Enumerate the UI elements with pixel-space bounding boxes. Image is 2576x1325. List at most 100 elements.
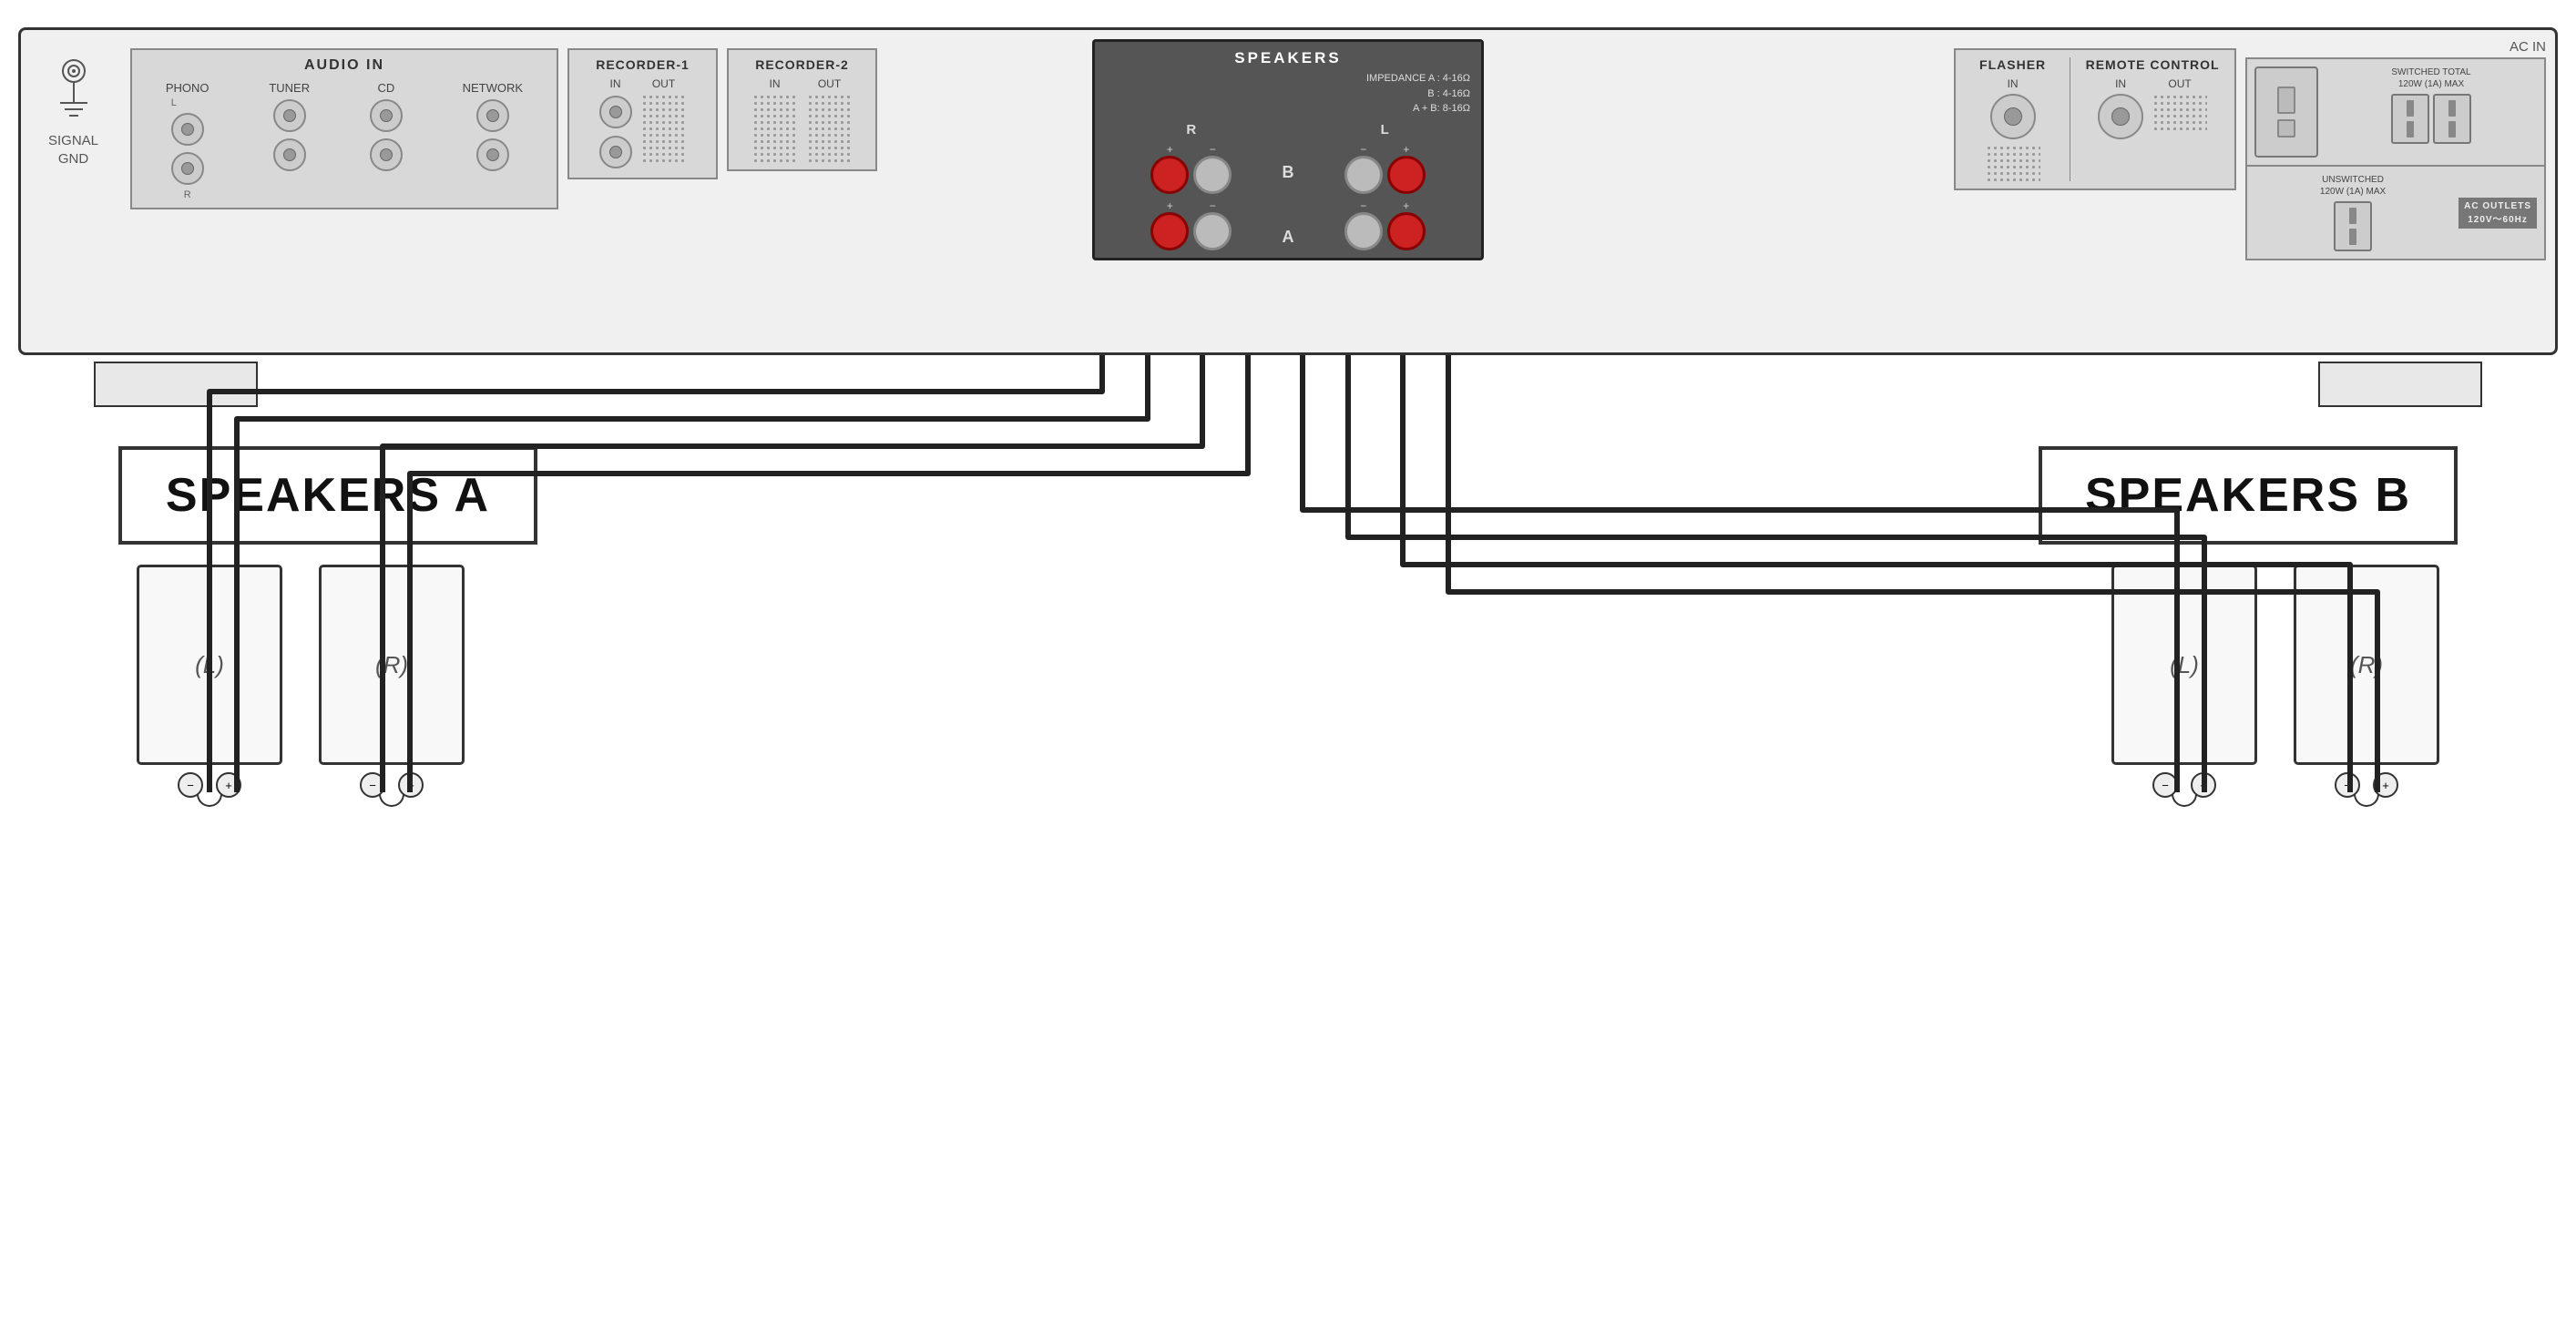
unswitched-section: UNSWITCHED120W (1A) MAX AC OUTLETS120V～6… [2245,167,2546,260]
recorder2-in: IN [752,77,798,162]
wire-a-right-pos [410,355,1248,792]
speaker-a-left-box: (L) [137,565,282,765]
switched-outlets [2326,94,2537,144]
recorder1-in-label: IN [610,77,621,90]
remote-io: IN OUT [2078,77,2227,139]
remote-in-connector [2098,94,2143,139]
wire-b-left-pos [1348,355,2204,792]
cd-label: CD [377,81,394,95]
speaker-b-left-wire-arc [2172,794,2197,807]
phono-input: PHONO L R [166,81,210,200]
signal-gnd-icon [51,57,97,130]
signal-gnd-section: SIGNAL GND [48,57,98,168]
b-l-terminals: − + [1300,143,1471,194]
b-l-minus: − [1344,143,1383,194]
main-diagram: SIGNAL GND AUDIO IN PHONO L R [0,0,2576,1325]
b-r-plus: + [1150,143,1189,194]
recorder1-title: RECORDER-1 [577,57,709,72]
terminal-a-r-pos [1150,212,1189,250]
speaker-r-side: R + − + [1106,122,1277,250]
speaker-a-left-wire-arc [197,794,222,807]
speaker-a-right-wire-arc [379,794,404,807]
tuner-label: TUNER [269,81,310,95]
speaker-b-right-wire-arc [2354,794,2379,807]
iec-connector [2254,66,2318,158]
ac-outlets-label: AC OUTLETS120V～60Hz [2458,198,2537,229]
recorder2-out: OUT [807,77,853,162]
recorder2-io: IN OUT [736,77,868,162]
flasher-in-connector [1990,94,2036,139]
recorder2-in-label: IN [770,77,781,90]
a-l-terminals: − + [1300,199,1471,250]
switched-section: SWITCHED TOTAL120W (1A) MAX [2326,66,2537,158]
remote-in: IN [2098,77,2143,139]
terminal-b-r-neg [1193,156,1232,194]
speakers-b-title: SPEAKERS B [2070,468,2427,523]
ac-outlets-box: SWITCHED TOTAL120W (1A) MAX [2245,57,2546,167]
wire-b-left-neg [1303,355,2177,792]
speakers-a-cabinets: (L) − + (R) − + [137,565,465,807]
flasher-remote-cols: FLASHER IN REMOTE CONTROL IN [1963,57,2227,181]
flasher-dots [1986,145,2040,181]
remote-out-label: OUT [2168,77,2191,90]
impedance-info: IMPEDANCE A : 4-16Ω B : 4-16Ω A + B: 8-1… [1106,71,1470,117]
speaker-b-left-box: (L) [2111,565,2257,765]
speaker-a-right-cabinet: (R) − + [319,565,465,807]
speakers-center-panel: SPEAKERS IMPEDANCE A : 4-16Ω B : 4-16Ω A… [1092,39,1484,260]
speaker-terminals-grid: R + − + [1106,122,1470,250]
b-r-minus: − [1193,143,1232,194]
cd-r-connector [370,138,403,171]
terminal-b-l-pos [1387,156,1426,194]
speakers-a-box: SPEAKERS A [118,446,537,545]
wire-a-right-neg [383,355,1202,792]
phono-label: PHONO [166,81,210,95]
a-r-terminals: + − [1106,199,1277,250]
tuner-input: TUNER [269,81,310,200]
speaker-a-left-cabinet: (L) − + [137,565,282,807]
b-r-terminals: + − [1106,143,1277,194]
signal-gnd-label: SIGNAL GND [48,132,98,168]
unswitched-label: UNSWITCHED120W (1A) MAX [2254,174,2451,198]
recorder2-out-dots [807,94,853,162]
unswitched-outlets-area: UNSWITCHED120W (1A) MAX [2254,174,2451,251]
a-r-plus: + [1150,199,1189,250]
terminal-a-r-neg [1193,212,1232,250]
network-label: NETWORK [463,81,523,95]
remote-control-section: REMOTE CONTROL IN OUT [2070,57,2227,181]
flasher-in: IN [1963,77,2062,139]
remote-in-label: IN [2115,77,2126,90]
terminal-a-l-pos [1387,212,1426,250]
speaker-a-left-neg: − [178,772,203,798]
recorder2-title: RECORDER-2 [736,57,868,72]
a-l-plus: + [1387,199,1426,250]
speaker-b-right-box: (R) [2294,565,2439,765]
switched-outlet-2 [2433,94,2471,144]
recorder1-in-r [599,136,632,168]
terminal-b-r-pos [1150,156,1189,194]
phono-lr-top: L [171,97,204,108]
amp-foot-left [94,362,258,407]
speaker-l-side: L − + − [1300,122,1471,250]
b-a-labels: B A [1277,122,1300,250]
b-label: B [1277,163,1300,182]
network-l-connector [476,99,509,132]
remote-control-title: REMOTE CONTROL [2078,57,2227,72]
amp-foot-right [2318,362,2482,407]
amp-rear-panel: SIGNAL GND AUDIO IN PHONO L R [18,27,2558,355]
terminal-b-l-neg [1344,156,1383,194]
remote-out-dots [2152,94,2207,130]
phono-r-connector [171,152,204,185]
network-r-connector [476,138,509,171]
speakers-panel-title: SPEAKERS [1106,49,1470,67]
phono-l-connector [171,113,204,146]
recorder1-in: IN [599,77,632,170]
recorder2-out-label: OUT [818,77,841,90]
speakers-b-cabinets: (L) − + (R) − + [2111,565,2439,807]
r-label: R [1106,122,1277,138]
recorder1-out: OUT [641,77,687,170]
recorder1-box: RECORDER-1 IN OUT [567,48,718,179]
unswitched-outlet-1 [2334,201,2372,251]
speakers-b-box: SPEAKERS B [2039,446,2458,545]
audio-inputs-row: PHONO L R TUNER [139,81,549,200]
ac-section: AC IN SWITCHED TOTAL120W (1A) MAX [2245,39,2546,260]
